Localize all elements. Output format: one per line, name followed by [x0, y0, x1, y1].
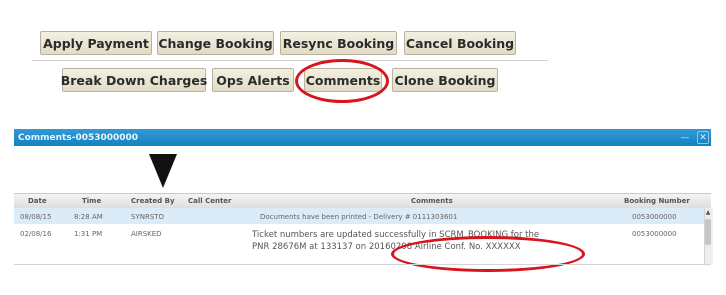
minimize-icon[interactable]: —: [676, 131, 694, 144]
column-header-time[interactable]: Time: [82, 197, 101, 205]
cell-comments-line-1: Ticket numbers are updated successfully …: [252, 230, 540, 240]
scroll-up-icon[interactable]: ▲: [704, 208, 712, 216]
cell-comments-line-2: PNR 28676M at 133137 on 20160208 Airline…: [252, 242, 521, 252]
down-arrow-pointer-icon: [149, 154, 177, 188]
column-header-created-by[interactable]: Created By: [131, 197, 175, 205]
clone-booking-button[interactable]: Clone Booking: [392, 68, 498, 92]
grid-bottom-border: [14, 264, 711, 265]
column-header-call-center[interactable]: Call Center: [188, 197, 232, 205]
table-row[interactable]: 08/08/15 8:28 AM SYNRSTO Documents have …: [14, 208, 704, 224]
comments-button[interactable]: Comments: [304, 68, 382, 92]
cell-time: 8:28 AM: [74, 213, 103, 221]
cell-created-by: AIRSKED: [131, 230, 162, 238]
close-icon[interactable]: ✕: [697, 131, 709, 144]
table-row[interactable]: 02/08/16 1:31 PM AIRSKED Ticket numbers …: [14, 225, 704, 262]
ops-alerts-button[interactable]: Ops Alerts: [212, 68, 294, 92]
resync-booking-button[interactable]: Resync Booking: [280, 31, 397, 55]
cell-date: 02/08/16: [20, 230, 52, 238]
comments-panel-title: Comments-0053000000: [14, 129, 711, 146]
cell-booking-number: 0053000000: [632, 213, 677, 221]
apply-payment-button[interactable]: Apply Payment: [40, 31, 152, 55]
column-header-date[interactable]: Date: [28, 197, 47, 205]
change-booking-button[interactable]: Change Booking: [157, 31, 274, 55]
cancel-booking-button[interactable]: Cancel Booking: [404, 31, 516, 55]
column-header-comments[interactable]: Comments: [411, 197, 453, 205]
cell-comments: Documents have been printed - Delivery #…: [260, 213, 458, 221]
toolbar-separator: [32, 60, 548, 61]
break-down-charges-button[interactable]: Break Down Charges: [61, 68, 207, 92]
cell-booking-number: 0053000000: [632, 230, 677, 238]
grid-header: Date Time Created By Call Center Comment…: [14, 193, 711, 209]
cell-created-by: SYNRSTO: [131, 213, 165, 221]
scrollbar-thumb[interactable]: [705, 219, 711, 245]
column-header-booking-number[interactable]: Booking Number: [624, 197, 690, 205]
cell-time: 1:31 PM: [74, 230, 103, 238]
cell-date: 08/08/15: [20, 213, 52, 221]
